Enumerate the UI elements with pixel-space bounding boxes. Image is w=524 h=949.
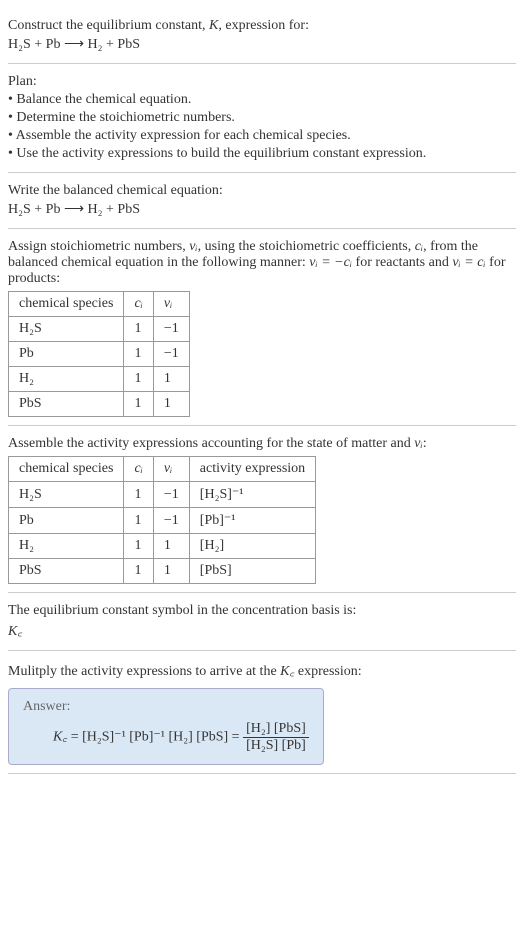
fraction-den: [H₂S] [Pb] — [243, 738, 309, 754]
symbol-text: The equilibrium constant symbol in the c… — [8, 603, 516, 619]
table-header: νᵢ — [153, 457, 189, 482]
stoich-section: Assign stoichiometric numbers, νᵢ, using… — [8, 229, 516, 426]
activity-header: Assemble the activity expressions accoun… — [8, 436, 516, 452]
table-header: chemical species — [9, 457, 124, 482]
plan-item: • Use the activity expressions to build … — [8, 146, 516, 162]
table-header: cᵢ — [124, 292, 153, 317]
title-var: K — [209, 18, 218, 33]
table-row: H₂ 1 1 [H₂] — [9, 534, 316, 559]
table-row: PbS 1 1 — [9, 392, 190, 417]
plan-item: • Determine the stoichiometric numbers. — [8, 110, 516, 126]
stoich-text: Assign stoichiometric numbers, νᵢ, using… — [8, 239, 516, 287]
table-header: νᵢ — [153, 292, 189, 317]
table-row: Pb 1 −1 — [9, 342, 190, 367]
activity-section: Assemble the activity expressions accoun… — [8, 426, 516, 593]
table-row: PbS 1 1 [PbS] — [9, 559, 316, 584]
multiply-text: Mulitply the activity expressions to arr… — [8, 661, 516, 680]
table-header-row: chemical species cᵢ νᵢ — [9, 292, 190, 317]
activity-table: chemical species cᵢ νᵢ activity expressi… — [8, 456, 316, 584]
kc-var: K꜀ — [53, 730, 67, 745]
table-header: chemical species — [9, 292, 124, 317]
plan-section: Plan: • Balance the chemical equation. •… — [8, 64, 516, 173]
plan-item: • Assemble the activity expression for e… — [8, 128, 516, 144]
title-equation: H₂S + Pb ⟶ H₂ + PbS — [8, 36, 516, 53]
balanced-equation: H₂S + Pb ⟶ H₂ + PbS — [8, 201, 516, 218]
symbol-kc: K꜀ — [8, 621, 516, 640]
balanced-header: Write the balanced chemical equation: — [8, 183, 516, 199]
table-header-row: chemical species cᵢ νᵢ activity expressi… — [9, 457, 316, 482]
symbol-section: The equilibrium constant symbol in the c… — [8, 593, 516, 651]
plan-item: • Balance the chemical equation. — [8, 92, 516, 108]
multiply-section: Mulitply the activity expressions to arr… — [8, 651, 516, 774]
title-prefix: Construct the equilibrium constant, — [8, 18, 209, 33]
table-header: activity expression — [189, 457, 315, 482]
table-row: H₂ 1 1 — [9, 367, 190, 392]
title-line: Construct the equilibrium constant, K, e… — [8, 18, 516, 34]
stoich-table: chemical species cᵢ νᵢ H₂S 1 −1 Pb 1 −1 … — [8, 291, 190, 417]
table-row: H₂S 1 −1 [H₂S]⁻¹ — [9, 482, 316, 508]
answer-expression: K꜀ = [H₂S]⁻¹ [Pb]⁻¹ [H₂] [PbS] = [H₂] [P… — [53, 721, 309, 754]
plan-header: Plan: — [8, 74, 516, 90]
answer-box: Answer: K꜀ = [H₂S]⁻¹ [Pb]⁻¹ [H₂] [PbS] =… — [8, 688, 324, 765]
balanced-section: Write the balanced chemical equation: H₂… — [8, 173, 516, 229]
table-header: cᵢ — [124, 457, 153, 482]
answer-label: Answer: — [23, 699, 309, 715]
table-row: Pb 1 −1 [Pb]⁻¹ — [9, 508, 316, 534]
lhs: = [H₂S]⁻¹ [Pb]⁻¹ [H₂] [PbS] = — [67, 730, 243, 745]
fraction-num: [H₂] [PbS] — [243, 721, 309, 738]
title-suffix: , expression for: — [218, 18, 309, 33]
title-section: Construct the equilibrium constant, K, e… — [8, 8, 516, 64]
fraction: [H₂] [PbS][H₂S] [Pb] — [243, 721, 309, 754]
table-row: H₂S 1 −1 — [9, 317, 190, 342]
